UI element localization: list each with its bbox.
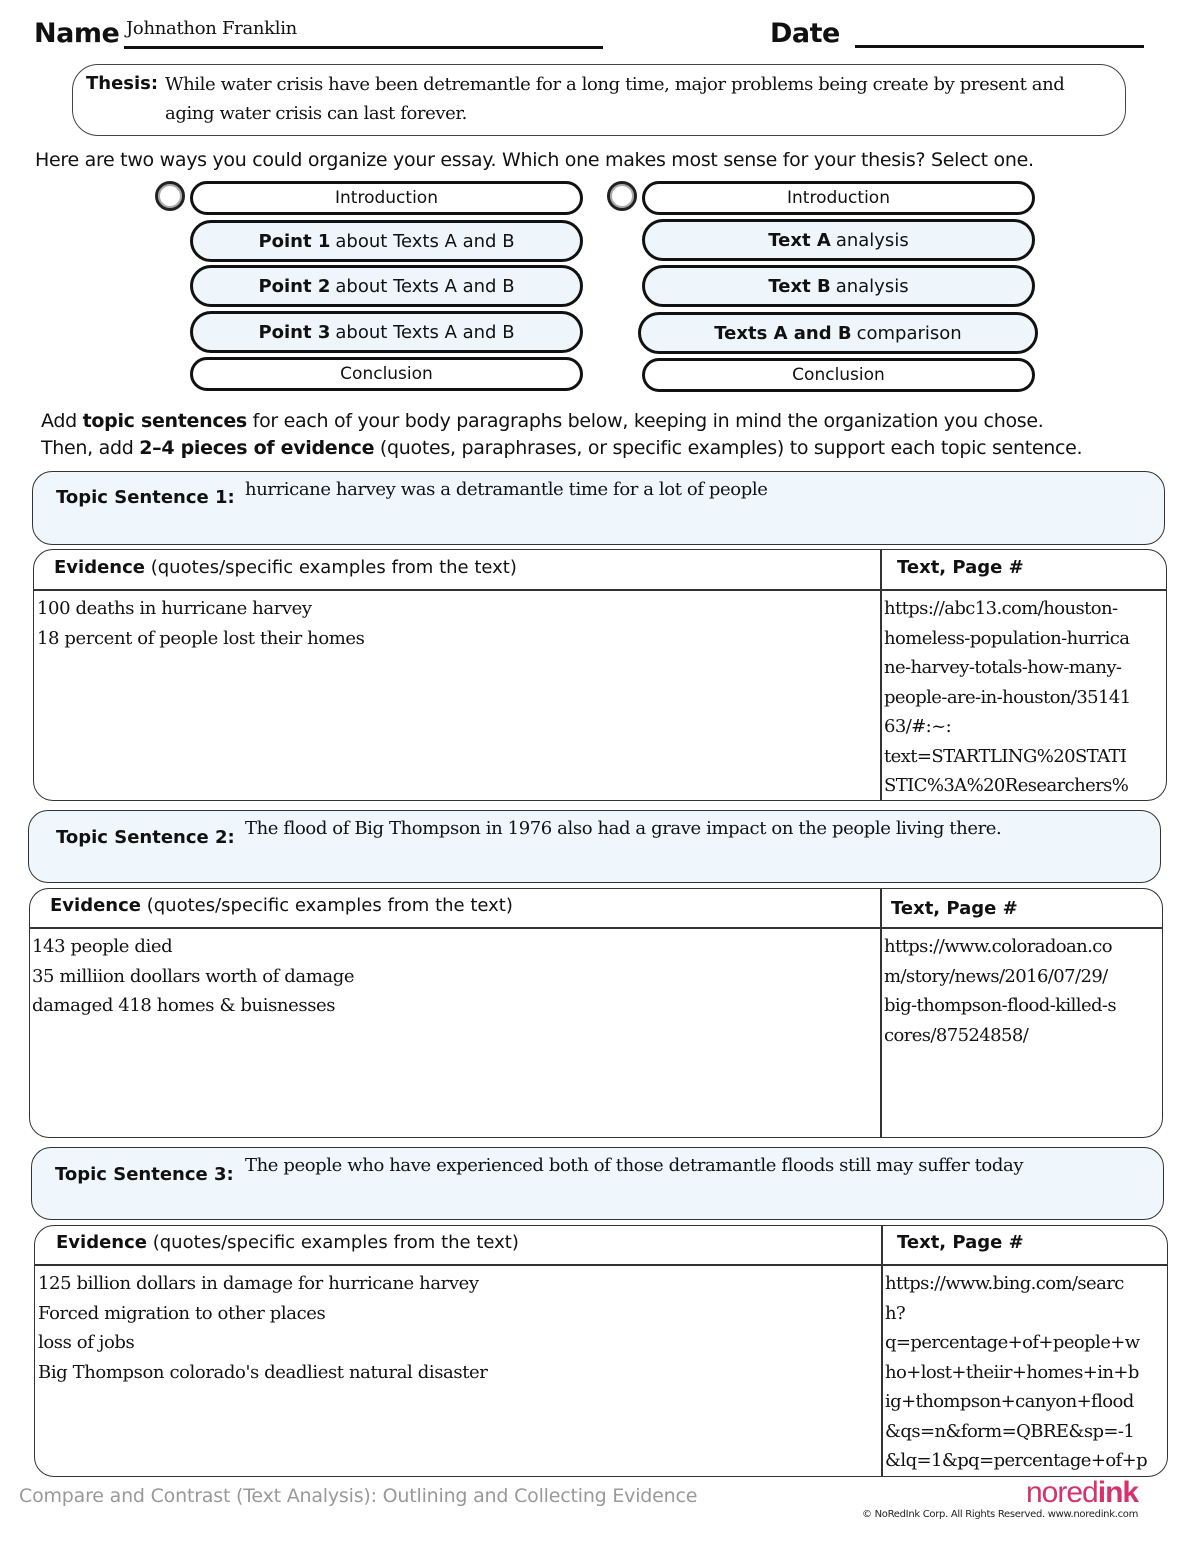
name-label: Name <box>34 18 120 49</box>
item-text: analysis <box>835 275 909 297</box>
item-bold: Point 1 <box>258 230 331 252</box>
instr-text: (quotes, paraphrases, or specific exampl… <box>374 437 1083 459</box>
option-a-item: Point 2 about Texts A and B <box>190 265 583 307</box>
name-field[interactable]: Johnathon Franklin <box>126 18 297 39</box>
option-b-item: Texts A and Bcomparison <box>638 312 1038 354</box>
evidence-list[interactable]: 125 billion dollars in damage for hurric… <box>38 1269 488 1387</box>
source-text[interactable]: https://www.coloradoan.co m/story/news/2… <box>884 932 1162 1136</box>
option-b-item: Conclusion <box>642 358 1035 392</box>
noredink-logo: noredink <box>1026 1476 1139 1510</box>
instructions: Add topic sentences for each of your bod… <box>41 408 1083 462</box>
option-a-item: Point 3 about Texts A and B <box>190 311 583 353</box>
organization-prompt: Here are two ways you could organize you… <box>35 149 1034 171</box>
evidence-column-divider <box>881 1225 883 1477</box>
item-text: Introduction <box>335 188 438 208</box>
evidence-header: Evidence (quotes/specific examples from … <box>56 1232 519 1253</box>
topic-sentence-label: Topic Sentence 3: <box>55 1164 234 1185</box>
item-text: Conclusion <box>792 365 885 385</box>
evidence-header-bold: Evidence <box>54 557 145 578</box>
evidence-header-rest: (quotes/specific examples from the text) <box>144 557 517 578</box>
instr-bold: topic sentences <box>82 410 248 432</box>
item-bold: Point 2 <box>258 275 331 297</box>
item-bold: Texts A and B <box>714 322 852 344</box>
evidence-header-divider <box>29 927 1163 929</box>
item-text: analysis <box>835 229 909 251</box>
evidence-item: loss of jobs <box>38 1332 135 1353</box>
option-a-item: Conclusion <box>190 357 583 391</box>
item-text: Conclusion <box>340 364 433 384</box>
date-field[interactable] <box>855 45 1144 48</box>
source-text[interactable]: https://abc13.com/houston- homeless-popu… <box>884 594 1166 800</box>
copyright: © NoRedInk Corp. All Rights Reserved. ww… <box>862 1509 1139 1520</box>
topic-sentence-text[interactable]: The flood of Big Thompson in 1976 also h… <box>245 818 1002 839</box>
evidence-list[interactable]: 100 deaths in hurricane harvey 18 percen… <box>37 594 365 653</box>
evidence-header-divider <box>33 589 1167 591</box>
item-text: comparison <box>856 322 962 344</box>
evidence-header-rest: (quotes/specific examples from the text) <box>140 895 513 916</box>
evidence-header-divider <box>34 1264 1168 1266</box>
option-a-item: Introduction <box>190 181 583 215</box>
item-text: about Texts A and B <box>335 321 515 343</box>
option-a-item: Point 1 about Texts A and B <box>190 220 583 262</box>
evidence-item: Forced migration to other places <box>38 1302 326 1324</box>
evidence-column-divider <box>880 888 882 1138</box>
evidence-list[interactable]: 143 people died 35 milliion doollars wor… <box>32 932 354 1021</box>
evidence-item: Big Thompson colorado's deadliest natura… <box>38 1361 488 1383</box>
topic-sentence-label: Topic Sentence 1: <box>56 487 235 508</box>
topic-sentence-text[interactable]: hurricane harvey was a detramantle time … <box>245 479 768 500</box>
evidence-header-bold: Evidence <box>50 895 141 916</box>
option-b-radio[interactable] <box>607 181 637 211</box>
topic-sentence-label: Topic Sentence 2: <box>56 827 235 848</box>
item-bold: Point 3 <box>258 321 331 343</box>
instr-text: for each of your body paragraphs below, … <box>246 410 1044 432</box>
source-header: Text, Page # <box>897 1232 1024 1253</box>
option-b-item: Introduction <box>642 181 1035 215</box>
evidence-column-divider <box>880 549 882 801</box>
evidence-item: 35 milliion doollars worth of damage <box>32 965 355 987</box>
source-header: Text, Page # <box>897 557 1024 578</box>
instr-text: Add <box>41 410 83 432</box>
item-text: Introduction <box>787 188 890 208</box>
evidence-item: 143 people died <box>32 936 173 957</box>
instr-bold: 2–4 pieces of evidence <box>139 437 375 459</box>
option-b-item: Text Aanalysis <box>642 219 1035 261</box>
logo-part-2: ink <box>1097 1476 1139 1509</box>
evidence-header-bold: Evidence <box>56 1232 147 1253</box>
option-b-item: Text Banalysis <box>642 265 1035 307</box>
thesis-text[interactable]: While water crisis have been detremantle… <box>165 70 1110 128</box>
evidence-header: Evidence (quotes/specific examples from … <box>54 557 517 578</box>
evidence-item: 100 deaths in hurricane harvey <box>37 598 312 619</box>
evidence-item: 18 percent of people lost their homes <box>37 627 365 649</box>
topic-sentence-text[interactable]: The people who have experienced both of … <box>245 1155 1023 1176</box>
evidence-item: damaged 418 homes & buisnesses <box>32 995 336 1016</box>
worksheet-title: Compare and Contrast (Text Analysis): Ou… <box>19 1485 698 1507</box>
evidence-header: Evidence (quotes/specific examples from … <box>50 895 513 916</box>
item-bold: Text A <box>768 229 831 251</box>
logo-part-1: nored <box>1026 1476 1099 1509</box>
option-a-radio[interactable] <box>155 181 185 211</box>
date-label: Date <box>770 18 840 49</box>
source-header: Text, Page # <box>891 898 1018 919</box>
evidence-header-rest: (quotes/specific examples from the text) <box>146 1232 519 1253</box>
thesis-label: Thesis: <box>86 73 159 94</box>
evidence-item: 125 billion dollars in damage for hurric… <box>38 1273 479 1294</box>
item-text: about Texts A and B <box>335 230 515 252</box>
name-underline <box>124 46 603 49</box>
item-bold: Text B <box>768 275 831 297</box>
source-text[interactable]: https://www.bing.com/searc h? q=percenta… <box>885 1269 1167 1476</box>
instr-text: Then, add <box>41 437 140 459</box>
item-text: about Texts A and B <box>335 275 515 297</box>
